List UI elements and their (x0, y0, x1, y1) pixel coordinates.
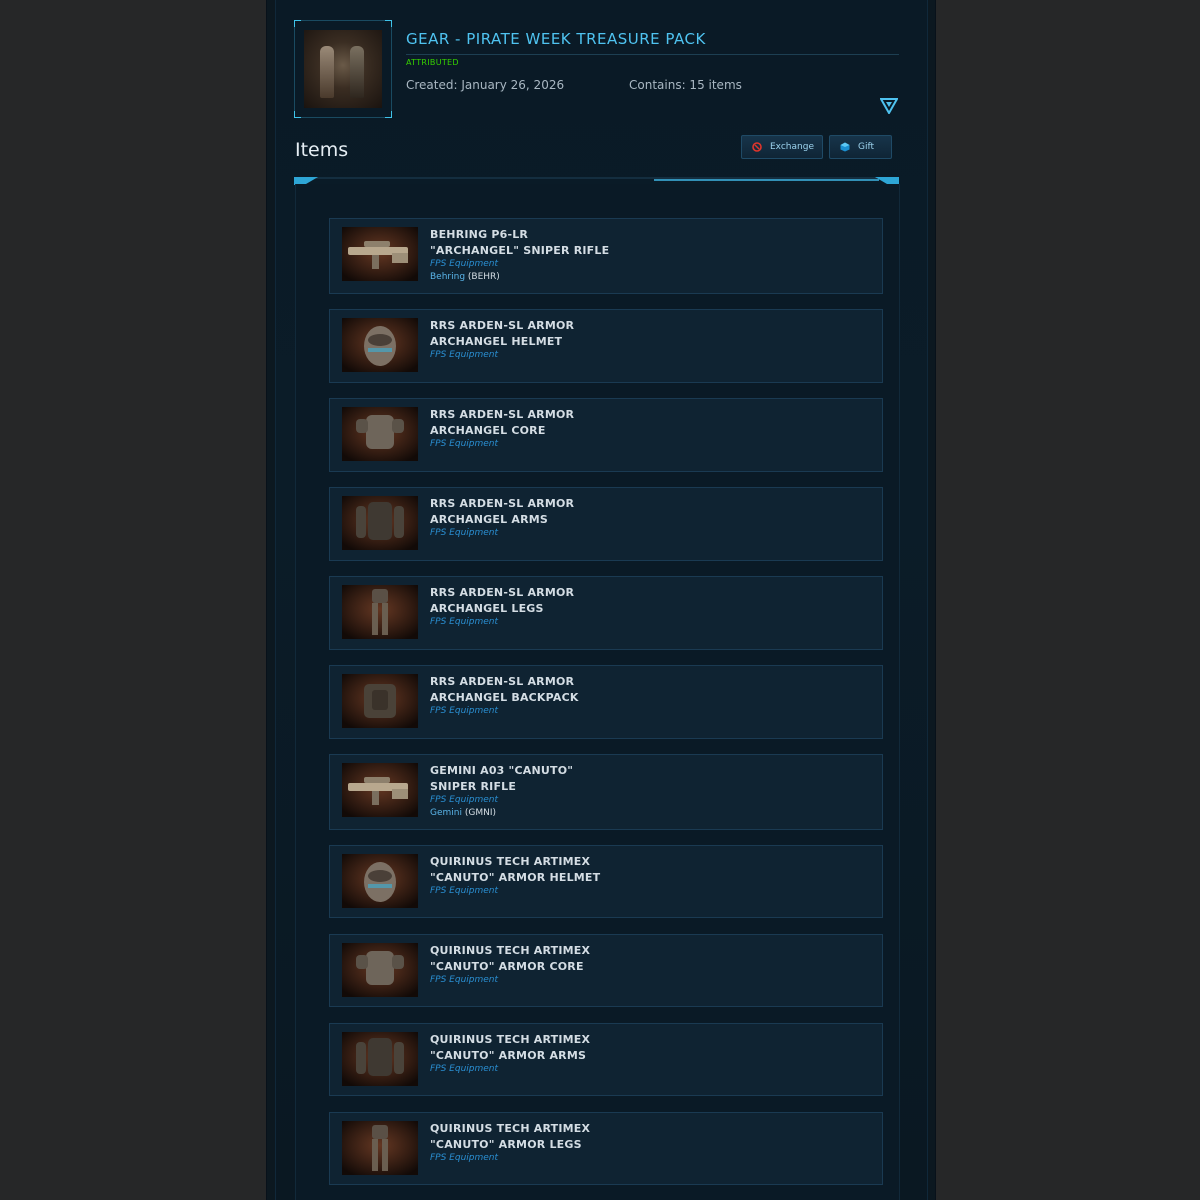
item-row[interactable]: RRS ARDEN-SL ARMOR ARCHANGEL CORE FPS Equ… (329, 398, 883, 472)
frame-corner (385, 20, 392, 27)
item-name: RRS ARDEN-SL ARMOR ARCHANGEL HELMET (430, 319, 575, 348)
pack-image (304, 30, 382, 108)
item-manufacturer: Gemini (GMNI) (430, 808, 496, 818)
figure-right (350, 46, 364, 98)
rifle-icon (342, 227, 418, 281)
item-type: FPS Equipment (430, 617, 499, 627)
item-row[interactable]: QUIRINUS TECH ARTIMEX "CANUTO" ARMOR HEL… (329, 845, 883, 918)
item-type: FPS Equipment (430, 1153, 499, 1163)
core-icon (342, 407, 418, 461)
gift-icon (840, 142, 850, 152)
manufacturer-name[interactable]: Gemini (430, 808, 462, 818)
item-name: GEMINI A03 "CANUTO" SNIPER RIFLE (430, 764, 574, 793)
helmet-icon (342, 854, 418, 908)
manufacturer-name[interactable]: Behring (430, 272, 465, 282)
helmet-icon (342, 318, 418, 372)
item-type: FPS Equipment (430, 528, 499, 538)
manufacturer-code: (GMNI) (461, 808, 496, 818)
backpack-icon (342, 674, 418, 728)
exchange-icon (752, 142, 762, 152)
item-row[interactable]: RRS ARDEN-SL ARMOR ARCHANGEL LEGS FPS Equ… (329, 576, 883, 650)
item-type: FPS Equipment (430, 1064, 499, 1074)
item-row[interactable]: RRS ARDEN-SL ARMOR ARCHANGEL ARMS FPS Equ… (329, 487, 883, 561)
item-row[interactable]: RRS ARDEN-SL ARMOR ARCHANGEL HELMET FPS E… (329, 309, 883, 383)
rifle-icon (342, 763, 418, 817)
item-row[interactable]: QUIRINUS TECH ARTIMEX "CANUTO" ARMOR COR… (329, 934, 883, 1007)
item-type: FPS Equipment (430, 975, 499, 985)
arms-icon (342, 1032, 418, 1086)
core-icon (342, 943, 418, 997)
item-name: QUIRINUS TECH ARTIMEX "CANUTO" ARMOR ARM… (430, 1033, 591, 1062)
item-name: RRS ARDEN-SL ARMOR ARCHANGEL CORE (430, 408, 575, 437)
frame-corner (294, 111, 301, 118)
item-name: BEHRING P6-LR "ARCHANGEL" SNIPER RIFLE (430, 228, 610, 257)
exchange-label: Exchange (770, 142, 814, 152)
pack-thumbnail (294, 20, 392, 118)
items-heading: Items (295, 139, 349, 161)
gift-label: Gift (858, 142, 875, 152)
status-badge: ATTRIBUTED (406, 58, 459, 67)
created-date: Created: January 26, 2026 (406, 78, 565, 92)
figure-left (320, 46, 334, 98)
item-name: QUIRINUS TECH ARTIMEX "CANUTO" ARMOR LEG… (430, 1122, 591, 1151)
item-name: RRS ARDEN-SL ARMOR ARCHANGEL ARMS (430, 497, 575, 526)
item-type: FPS Equipment (430, 706, 499, 716)
item-manufacturer: Behring (BEHR) (430, 272, 500, 282)
frame-corner (385, 111, 392, 118)
item-row[interactable]: GEMINI A03 "CANUTO" SNIPER RIFLE FPS Equi… (329, 754, 883, 830)
item-type: FPS Equipment (430, 795, 499, 805)
item-row[interactable]: QUIRINUS TECH ARTIMEX "CANUTO" ARMOR ARM… (329, 1023, 883, 1096)
item-row[interactable]: QUIRINUS TECH ARTIMEX "CANUTO" ARMOR LEG… (329, 1112, 883, 1185)
pack-title: GEAR - PIRATE WEEK TREASURE PACK (406, 30, 899, 55)
frame-corner (294, 20, 301, 27)
legs-icon (342, 1121, 418, 1175)
item-type: FPS Equipment (430, 886, 499, 896)
item-name: QUIRINUS TECH ARTIMEX "CANUTO" ARMOR HEL… (430, 855, 601, 884)
item-name: RRS ARDEN-SL ARMOR ARCHANGEL LEGS (430, 586, 575, 615)
item-count: Contains: 15 items (629, 78, 742, 92)
manufacturer-code: (BEHR) (465, 272, 500, 282)
exchange-button[interactable]: Exchange (741, 135, 823, 159)
item-name: QUIRINUS TECH ARTIMEX "CANUTO" ARMOR COR… (430, 944, 591, 973)
item-name: RRS ARDEN-SL ARMOR ARCHANGEL BACKPACK (430, 675, 579, 704)
item-type: FPS Equipment (430, 350, 499, 360)
item-row[interactable]: BEHRING P6-LR "ARCHANGEL" SNIPER RIFLE FP… (329, 218, 883, 294)
expand-chevron-icon[interactable] (880, 98, 898, 114)
arms-icon (342, 496, 418, 550)
gift-button[interactable]: Gift (829, 135, 892, 159)
legs-icon (342, 585, 418, 639)
item-row[interactable]: RRS ARDEN-SL ARMOR ARCHANGEL BACKPACK FPS… (329, 665, 883, 739)
item-type: FPS Equipment (430, 259, 499, 269)
item-type: FPS Equipment (430, 439, 499, 449)
